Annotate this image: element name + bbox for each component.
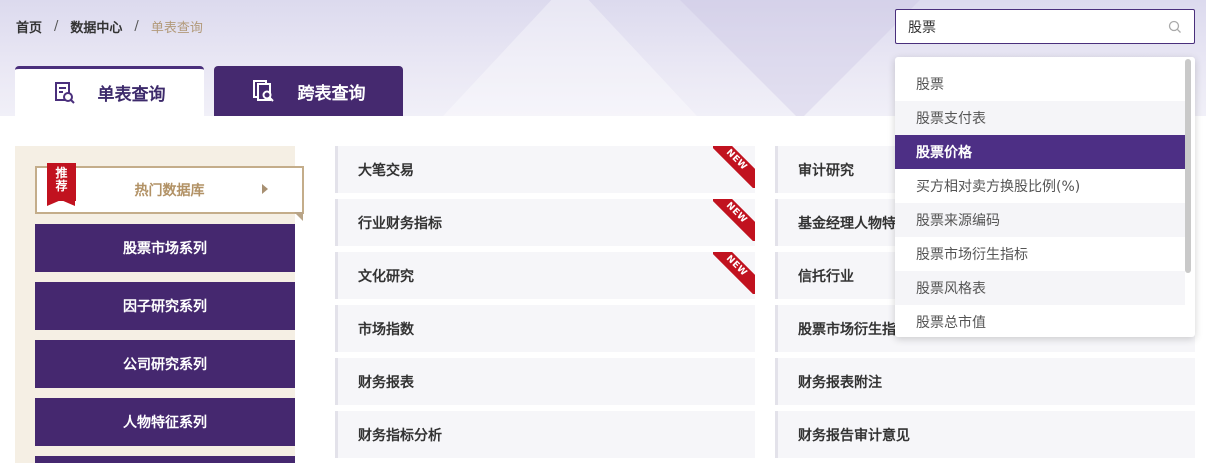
series-button-factor-research[interactable]: 因子研究系列 bbox=[35, 282, 295, 330]
database-card[interactable]: 行业财务指标 NEW bbox=[335, 199, 755, 246]
new-ribbon-label: NEW bbox=[713, 252, 755, 294]
suggestion-item[interactable]: 股票市场衍生指标 bbox=[895, 237, 1185, 271]
multi-document-search-icon bbox=[252, 80, 274, 102]
suggestion-item-active[interactable]: 股票价格 bbox=[895, 135, 1185, 169]
series-button-stock-market[interactable]: 股票市场系列 bbox=[35, 224, 295, 272]
tab-single-query[interactable]: 单表查询 bbox=[15, 66, 204, 116]
hot-item-fold bbox=[294, 212, 303, 221]
database-card[interactable]: 大笔交易 NEW bbox=[335, 146, 755, 193]
card-label: 审计研究 bbox=[798, 162, 854, 179]
series-label: 人物特征系列 bbox=[123, 415, 207, 431]
document-search-icon bbox=[54, 81, 75, 104]
breadcrumb-separator: / bbox=[134, 19, 139, 34]
hot-database-label: 热门数据库 bbox=[134, 183, 205, 199]
card-label: 股票市场衍生指 bbox=[798, 321, 896, 338]
suggestion-item[interactable]: 买方相对卖方换股比例(%) bbox=[895, 169, 1185, 203]
search-suggestions-dropdown: 股票 股票支付表 股票价格 买方相对卖方换股比例(%) 股票来源编码 股票市场衍… bbox=[895, 57, 1195, 337]
breadcrumb: 首页 / 数据中心 / 单表查询 bbox=[16, 17, 203, 36]
suggestion-item[interactable]: 股票 bbox=[895, 67, 1185, 101]
card-label: 财务指标分析 bbox=[358, 427, 442, 444]
new-ribbon: NEW bbox=[713, 252, 755, 294]
badge-char: 荐 bbox=[55, 179, 68, 193]
search-input[interactable] bbox=[908, 18, 1168, 35]
database-card[interactable]: 财务报表附注 bbox=[775, 358, 1195, 405]
breadcrumb-home[interactable]: 首页 bbox=[16, 17, 42, 36]
series-label: 公司研究系列 bbox=[123, 357, 207, 373]
database-card[interactable]: 财务报表 bbox=[335, 358, 755, 405]
series-button-person-features[interactable]: 人物特征系列 bbox=[35, 398, 295, 446]
breadcrumb-current: 单表查询 bbox=[150, 21, 203, 36]
header-decoration bbox=[430, 0, 710, 116]
suggestion-item[interactable]: 股票支付表 bbox=[895, 101, 1185, 135]
card-label: 市场指数 bbox=[358, 321, 414, 338]
new-ribbon: NEW bbox=[713, 199, 755, 241]
recommend-badge-tail bbox=[47, 200, 75, 206]
card-label: 财务报告审计意见 bbox=[798, 427, 910, 444]
database-card[interactable]: 财务指标分析 bbox=[335, 411, 755, 458]
database-card[interactable]: 市场指数 bbox=[335, 305, 755, 352]
card-label: 信托行业 bbox=[798, 268, 854, 285]
tab-single-label: 单表查询 bbox=[97, 85, 166, 105]
search-icon[interactable] bbox=[1168, 20, 1182, 34]
suggestion-item[interactable]: 股票来源编码 bbox=[895, 203, 1185, 237]
card-label: 基金经理人物特 bbox=[798, 215, 896, 232]
database-card[interactable]: 财务报告审计意见 bbox=[775, 411, 1195, 458]
card-label: 大笔交易 bbox=[358, 162, 414, 179]
card-label: 文化研究 bbox=[358, 268, 414, 285]
tab-cross-label: 跨表查询 bbox=[297, 83, 366, 104]
card-label: 财务报表 bbox=[358, 374, 414, 391]
card-label: 财务报表附注 bbox=[798, 374, 882, 391]
new-ribbon-label: NEW bbox=[713, 199, 755, 241]
series-label: 股票市场系列 bbox=[123, 241, 207, 257]
series-label: 因子研究系列 bbox=[123, 299, 207, 315]
breadcrumb-separator: / bbox=[54, 19, 59, 34]
tab-cross-query[interactable]: 跨表查询 bbox=[214, 66, 403, 116]
suggestion-item[interactable]: 股票风格表 bbox=[895, 271, 1185, 305]
search-box bbox=[895, 9, 1195, 44]
arrow-right-icon bbox=[262, 184, 268, 194]
series-button-partial[interactable] bbox=[35, 456, 295, 463]
card-label: 行业财务指标 bbox=[358, 215, 442, 232]
recommend-badge: 推 荐 bbox=[47, 163, 76, 201]
new-ribbon-label: NEW bbox=[713, 146, 755, 188]
suggestion-item[interactable]: 股票总市值 bbox=[895, 305, 1185, 337]
series-button-company-research[interactable]: 公司研究系列 bbox=[35, 340, 295, 388]
dropdown-scrollbar[interactable] bbox=[1185, 59, 1191, 273]
database-card[interactable]: 文化研究 NEW bbox=[335, 252, 755, 299]
breadcrumb-data-center[interactable]: 数据中心 bbox=[70, 17, 122, 36]
new-ribbon: NEW bbox=[713, 146, 755, 188]
header-decoration bbox=[680, 0, 920, 116]
